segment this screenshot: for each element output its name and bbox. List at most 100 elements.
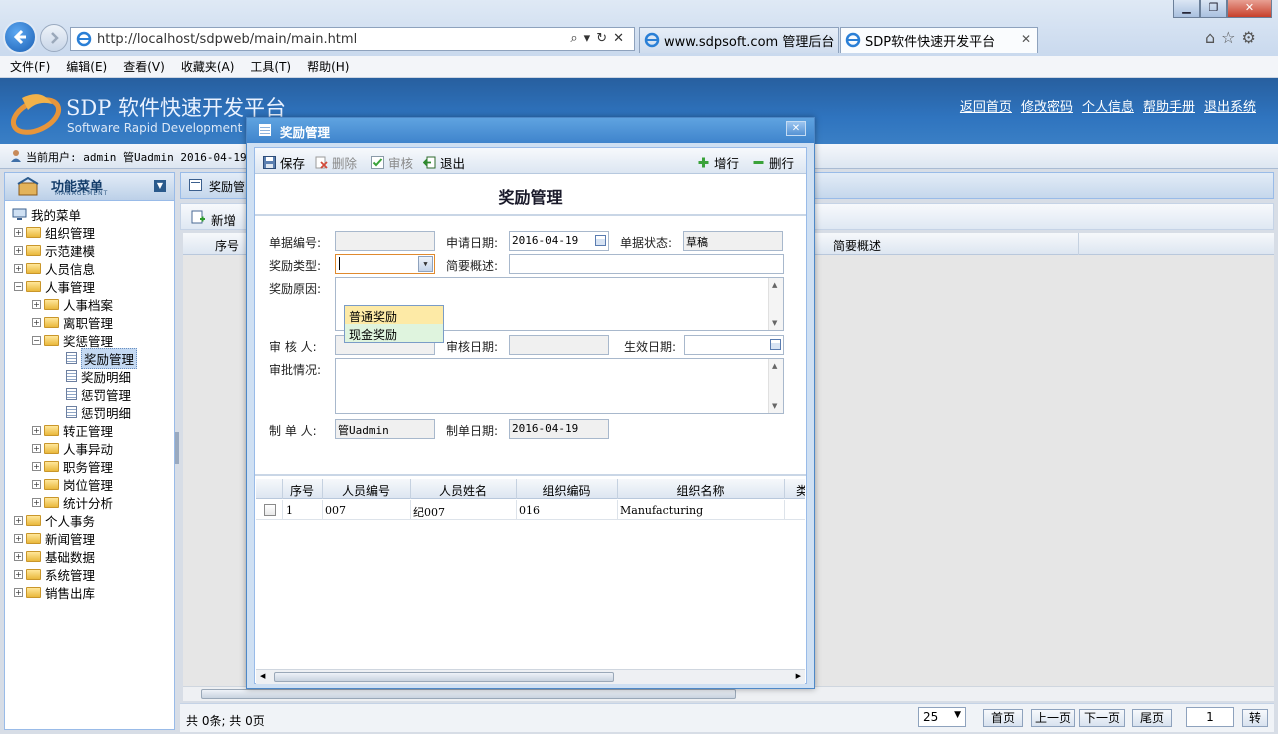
doc-no-field[interactable] <box>335 231 435 251</box>
sidebar-item-regularize[interactable]: + 转正管理 <box>32 421 113 439</box>
sidebar-item-position[interactable]: + 岗位管理 <box>32 475 113 493</box>
maximize-button[interactable]: ❐ <box>1200 0 1227 18</box>
sidebar-item-hr[interactable]: − 人事管理 <box>14 277 95 295</box>
audit-date-field[interactable] <box>509 335 609 355</box>
link-home[interactable]: 返回首页 <box>960 96 1012 115</box>
sidebar-item-punish-detail[interactable]: 惩罚明细 <box>66 403 131 421</box>
scroll-thumb[interactable] <box>201 689 736 699</box>
sidebar-item-duty[interactable]: + 职务管理 <box>32 457 113 475</box>
delete-row-button[interactable]: 删行 <box>752 153 794 172</box>
sidebar-item-rewards-punish[interactable]: − 奖惩管理 <box>32 331 113 349</box>
link-profile[interactable]: 个人信息 <box>1082 96 1134 115</box>
menu-favorites[interactable]: 收藏夹(A) <box>181 58 235 75</box>
maker-field[interactable]: 管Uadmin <box>335 419 435 439</box>
audit-button[interactable]: 审核 <box>371 153 413 172</box>
collapse-icon[interactable]: − <box>32 335 41 345</box>
summary-field[interactable] <box>509 254 784 274</box>
browser-tab-sdp[interactable]: SDP软件快速开发平台 ✕ <box>840 27 1038 53</box>
forward-button[interactable] <box>40 24 68 52</box>
sidebar-item-system[interactable]: + 系统管理 <box>14 565 95 583</box>
scroll-thumb[interactable] <box>274 672 614 682</box>
save-button[interactable]: 保存 <box>263 153 305 172</box>
sidebar-item-demo[interactable]: + 示范建模 <box>14 241 95 259</box>
row-checkbox[interactable] <box>264 504 276 516</box>
expand-icon[interactable]: + <box>32 443 41 453</box>
sidebar-item-personnel[interactable]: + 人员信息 <box>14 259 95 277</box>
expand-icon[interactable]: + <box>14 245 23 255</box>
sidebar-item-basedata[interactable]: + 基础数据 <box>14 547 95 565</box>
expand-icon[interactable]: + <box>14 515 23 525</box>
col-emp-code[interactable]: 人员编号 <box>322 482 410 499</box>
expand-icon[interactable]: + <box>14 569 23 579</box>
go-button[interactable]: 转 <box>1242 709 1268 727</box>
calendar-icon[interactable] <box>595 235 606 246</box>
page-size-select[interactable]: 25 ▼ <box>918 707 966 727</box>
collapse-sidebar-icon[interactable]: ▼ <box>154 180 166 192</box>
col-org-code[interactable]: 组织编码 <box>516 482 617 499</box>
reward-type-combo[interactable]: ▼ <box>335 254 435 274</box>
link-change-password[interactable]: 修改密码 <box>1021 96 1073 115</box>
menu-file[interactable]: 文件(F) <box>10 58 50 75</box>
menu-view[interactable]: 查看(V) <box>123 58 165 75</box>
close-tab-icon[interactable]: ✕ <box>1021 32 1031 46</box>
prev-page-button[interactable]: 上一页 <box>1031 709 1075 727</box>
sidebar-item-resign[interactable]: + 离职管理 <box>32 313 113 331</box>
menu-help[interactable]: 帮助(H) <box>307 58 349 75</box>
expand-icon[interactable]: + <box>32 317 41 327</box>
expand-icon[interactable]: + <box>14 263 23 273</box>
scroll-down-icon[interactable]: ▼ <box>772 402 777 410</box>
sidebar-item-reward-detail[interactable]: 奖励明细 <box>66 367 131 385</box>
browser-tab-admin[interactable]: www.sdpsoft.com 管理后台 <box>639 27 839 53</box>
close-window-button[interactable]: ✕ <box>1227 0 1272 18</box>
tree-root[interactable]: 我的菜单 <box>12 205 81 223</box>
next-page-button[interactable]: 下一页 <box>1079 709 1125 727</box>
dialog-titlebar[interactable]: 奖励管理 ✕ <box>247 118 814 143</box>
apply-date-field[interactable]: 2016-04-19 <box>509 231 609 251</box>
col-seq[interactable]: 序号 <box>282 482 322 499</box>
last-page-button[interactable]: 尾页 <box>1132 709 1172 727</box>
expand-icon[interactable]: + <box>14 587 23 597</box>
browser-right-icons[interactable]: ⌂☆⚙ <box>1205 28 1262 47</box>
doc-status-field[interactable]: 草稿 <box>683 231 783 251</box>
make-date-field[interactable]: 2016-04-19 <box>509 419 609 439</box>
detail-horizontal-scrollbar[interactable]: ◀ ▶ <box>256 669 805 684</box>
expand-icon[interactable]: + <box>32 479 41 489</box>
scroll-right-icon[interactable]: ▶ <box>796 672 801 680</box>
menu-tools[interactable]: 工具(T) <box>250 58 291 75</box>
page-number-input[interactable]: 1 <box>1186 707 1234 727</box>
col-seq[interactable]: 序号 <box>215 237 239 254</box>
sidebar-item-org[interactable]: + 组织管理 <box>14 223 95 241</box>
sidebar-item-stats[interactable]: + 统计分析 <box>32 493 113 511</box>
scroll-left-icon[interactable]: ◀ <box>260 672 265 680</box>
col-org-name[interactable]: 组织名称 <box>617 482 784 499</box>
expand-icon[interactable]: + <box>32 461 41 471</box>
vertical-scrollbar[interactable]: ▲ ▼ <box>768 359 783 413</box>
delete-button[interactable]: 删除 <box>315 153 357 172</box>
expand-icon[interactable]: + <box>14 551 23 561</box>
sidebar-item-personal[interactable]: + 个人事务 <box>14 511 95 529</box>
sidebar-splitter[interactable] <box>175 432 179 464</box>
calendar-icon[interactable] <box>770 339 781 350</box>
vertical-scrollbar[interactable]: ▲ ▼ <box>768 278 783 330</box>
scroll-up-icon[interactable]: ▲ <box>772 281 777 289</box>
expand-icon[interactable]: + <box>32 425 41 435</box>
sidebar-item-punish-mgmt[interactable]: 惩罚管理 <box>66 385 131 403</box>
sidebar-item-news[interactable]: + 新闻管理 <box>14 529 95 547</box>
option-cash-reward[interactable]: 现金奖励 <box>345 324 443 342</box>
scroll-up-icon[interactable]: ▲ <box>772 362 777 370</box>
scroll-down-icon[interactable]: ▼ <box>772 319 777 327</box>
link-logout[interactable]: 退出系统 <box>1204 96 1256 115</box>
sidebar-item-hr-files[interactable]: + 人事档案 <box>32 295 113 313</box>
link-help[interactable]: 帮助手册 <box>1143 96 1195 115</box>
minimize-button[interactable]: ▁ <box>1173 0 1200 18</box>
menu-edit[interactable]: 编辑(E) <box>66 58 107 75</box>
col-emp-name[interactable]: 人员姓名 <box>410 482 516 499</box>
first-page-button[interactable]: 首页 <box>983 709 1023 727</box>
exit-button[interactable]: 退出 <box>423 153 465 172</box>
address-bar[interactable]: http://localhost/sdpweb/main/main.html ⌕… <box>70 27 635 51</box>
chevron-down-icon[interactable]: ▼ <box>418 256 433 272</box>
back-button[interactable] <box>3 20 37 54</box>
option-normal-reward[interactable]: 普通奖励 <box>345 306 443 324</box>
expand-icon[interactable]: + <box>14 227 23 237</box>
sidebar-item-sales-out[interactable]: + 销售出库 <box>14 583 95 601</box>
